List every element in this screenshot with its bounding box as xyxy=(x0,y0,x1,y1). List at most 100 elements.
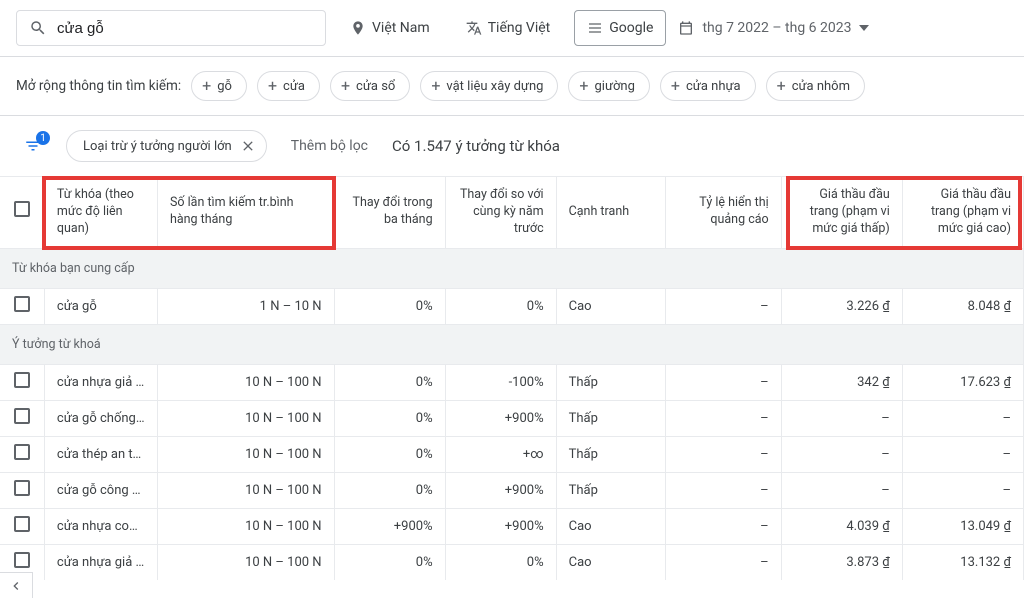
row-checkbox[interactable] xyxy=(14,444,30,460)
row-checkbox[interactable] xyxy=(14,408,30,424)
table-row[interactable]: cửa nhựa giả gỗ ... 10 N – 100 N 0% -100… xyxy=(0,364,1024,400)
cell-yoy: +900% xyxy=(445,400,556,436)
cell-volume: 10 N – 100 N xyxy=(157,436,334,472)
add-filter-link[interactable]: Thêm bộ lọc xyxy=(291,138,368,154)
search-input[interactable] xyxy=(57,20,313,37)
row-checkbox[interactable] xyxy=(14,552,30,568)
table-row[interactable]: cửa gỗ chống ch... 10 N – 100 N 0% +900%… xyxy=(0,400,1024,436)
row-checkbox[interactable] xyxy=(14,296,30,312)
applied-filter-pill[interactable]: Loại trừ ý tưởng người lớn xyxy=(66,130,267,162)
plus-icon: + xyxy=(671,78,680,94)
filter-funnel[interactable]: 1 xyxy=(24,137,42,155)
cell-3m: 0% xyxy=(334,288,445,324)
cell-comp: Thấp xyxy=(556,472,665,508)
cell-3m: 0% xyxy=(334,544,445,580)
cell-keyword: cửa nhựa giả gỗ ... xyxy=(44,364,157,400)
date-range-filter[interactable]: thg 7 2022 – thg 6 2023 xyxy=(678,20,869,36)
cell-3m: 0% xyxy=(334,472,445,508)
cell-comp: Thấp xyxy=(556,400,665,436)
col-three-month[interactable]: Thay đổi trong ba tháng xyxy=(334,177,445,249)
cell-volume: 10 N – 100 N xyxy=(157,508,334,544)
location-text: Việt Nam xyxy=(372,20,430,36)
cell-keyword: cửa gỗ công ngh... xyxy=(44,472,157,508)
cell-high: 8.048 ₫ xyxy=(902,288,1023,324)
cell-high: 13.132 ₫ xyxy=(902,544,1023,580)
close-icon[interactable] xyxy=(240,138,256,154)
network-text: Google xyxy=(609,20,653,36)
table-row[interactable]: cửa nhựa compo... 10 N – 100 N +900% +90… xyxy=(0,508,1024,544)
cell-3m: 0% xyxy=(334,400,445,436)
plus-icon: + xyxy=(268,78,277,94)
cell-imp: – xyxy=(665,436,781,472)
cell-3m: +900% xyxy=(334,508,445,544)
cell-volume: 10 N – 100 N xyxy=(157,544,334,580)
search-icon xyxy=(29,19,47,37)
col-competition[interactable]: Cạnh tranh xyxy=(556,177,665,249)
broaden-chip[interactable]: +cửa nhựa xyxy=(660,71,756,101)
scroll-left-button[interactable] xyxy=(0,572,33,598)
plus-icon: + xyxy=(202,78,211,94)
cell-imp: – xyxy=(665,544,781,580)
broaden-chip[interactable]: +cửa xyxy=(257,71,320,101)
cell-3m: 0% xyxy=(334,364,445,400)
plus-icon: + xyxy=(431,78,440,94)
select-all-checkbox[interactable] xyxy=(14,201,30,217)
plus-icon: + xyxy=(341,78,350,94)
broaden-chip[interactable]: +cửa nhôm xyxy=(766,71,865,101)
broaden-label: Mở rộng thông tin tìm kiếm: xyxy=(16,78,181,94)
cell-volume: 10 N – 100 N xyxy=(157,472,334,508)
broaden-chip[interactable]: +giường xyxy=(568,71,650,101)
row-checkbox[interactable] xyxy=(14,516,30,532)
cell-comp: Thấp xyxy=(556,364,665,400)
chevron-down-icon xyxy=(859,25,869,31)
table-row[interactable]: cửa gỗ công ngh... 10 N – 100 N 0% +900%… xyxy=(0,472,1024,508)
cell-yoy: 0% xyxy=(445,288,556,324)
cell-imp: – xyxy=(665,472,781,508)
location-filter[interactable]: Việt Nam xyxy=(338,10,442,46)
search-field[interactable] xyxy=(16,10,326,46)
cell-yoy: +900% xyxy=(445,508,556,544)
chevron-left-icon xyxy=(8,578,24,594)
cell-keyword: cửa thép an toàn... xyxy=(44,436,157,472)
applied-filter-label: Loại trừ ý tưởng người lớn xyxy=(83,139,232,154)
location-icon xyxy=(350,20,366,36)
cell-keyword: cửa gỗ chống ch... xyxy=(44,400,157,436)
calendar-icon xyxy=(678,20,694,36)
plus-icon: + xyxy=(777,78,786,94)
cell-comp: Cao xyxy=(556,288,665,324)
cell-low: 342 ₫ xyxy=(781,364,902,400)
broaden-chip[interactable]: +vật liệu xây dựng xyxy=(420,71,558,101)
date-range-text: thg 7 2022 – thg 6 2023 xyxy=(702,20,851,36)
row-checkbox[interactable] xyxy=(14,372,30,388)
cell-keyword: cửa nhựa giả gỗ xyxy=(44,544,157,580)
language-filter[interactable]: Tiếng Việt xyxy=(454,10,563,46)
table-row[interactable]: cửa gỗ 1 N – 10 N 0% 0% Cao – 3.226 ₫ 8.… xyxy=(0,288,1024,324)
cell-yoy: +∞ xyxy=(445,436,556,472)
col-impression-share[interactable]: Tỷ lệ hiển thị quảng cáo xyxy=(665,177,781,249)
cell-high: 17.623 ₫ xyxy=(902,364,1023,400)
broaden-chip[interactable]: +cửa sổ xyxy=(330,71,410,101)
section-provided: Từ khóa bạn cung cấp xyxy=(0,248,1024,288)
col-volume[interactable]: Số lần tìm kiếm tr.bình hàng tháng xyxy=(157,177,334,249)
col-keyword[interactable]: Từ khóa (theo mức độ liên quan) xyxy=(44,177,157,249)
cell-volume: 10 N – 100 N xyxy=(157,400,334,436)
cell-comp: Thấp xyxy=(556,436,665,472)
table-row[interactable]: cửa thép an toàn... 10 N – 100 N 0% +∞ T… xyxy=(0,436,1024,472)
col-yoy[interactable]: Thay đổi so với cùng kỳ năm trước xyxy=(445,177,556,249)
cell-imp: – xyxy=(665,364,781,400)
cell-low: 4.039 ₫ xyxy=(781,508,902,544)
cell-imp: – xyxy=(665,508,781,544)
broaden-chip[interactable]: +gỗ xyxy=(191,71,247,101)
table-row[interactable]: cửa nhựa giả gỗ 10 N – 100 N 0% 0% Cao –… xyxy=(0,544,1024,580)
cell-low: – xyxy=(781,400,902,436)
row-checkbox[interactable] xyxy=(14,480,30,496)
cell-3m: 0% xyxy=(334,436,445,472)
ideas-count: Có 1.547 ý tưởng từ khóa xyxy=(392,137,560,155)
cell-high: 13.049 ₫ xyxy=(902,508,1023,544)
network-filter[interactable]: Google xyxy=(574,10,666,46)
section-ideas: Ý tưởng từ khoá xyxy=(0,324,1024,364)
cell-imp: – xyxy=(665,288,781,324)
col-bid-low[interactable]: Giá thầu đầu trang (phạm vi mức giá thấp… xyxy=(781,177,902,249)
col-bid-high[interactable]: Giá thầu đầu trang (phạm vi mức giá cao) xyxy=(902,177,1023,249)
cell-comp: Cao xyxy=(556,544,665,580)
